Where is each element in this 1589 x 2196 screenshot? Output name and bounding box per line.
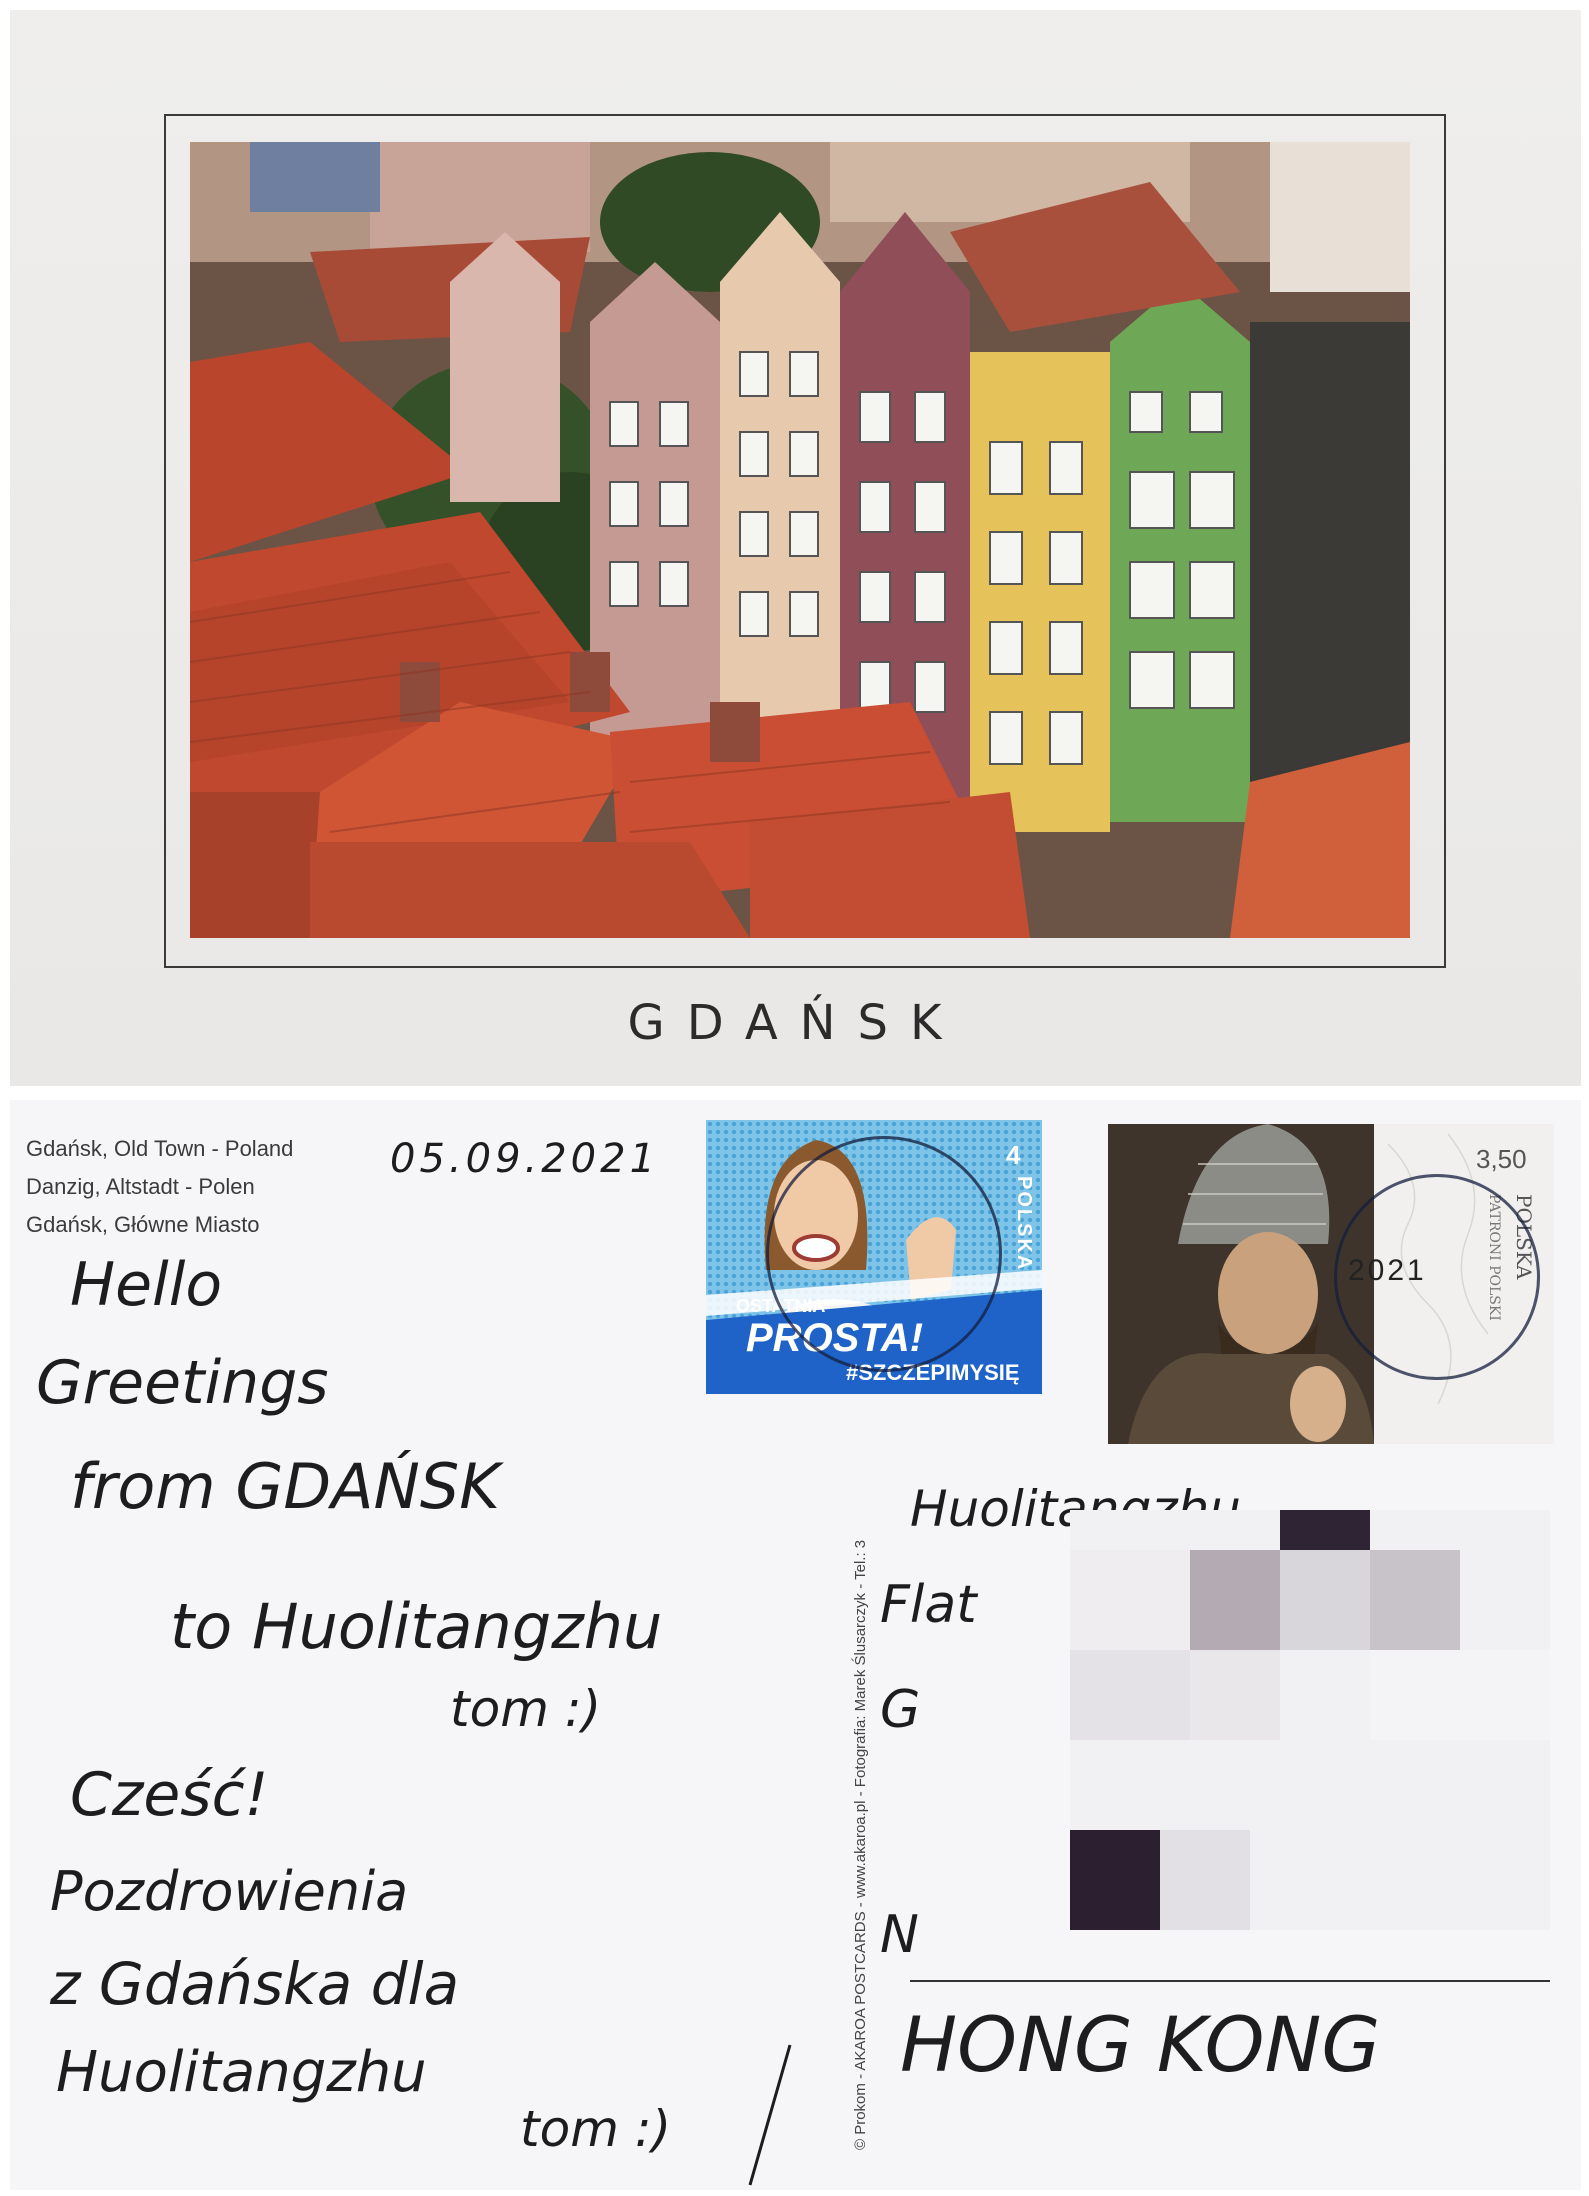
handwritten-date: 05.09.2021 bbox=[390, 1136, 660, 1182]
location-line-de: Danzig, Altstadt - Polen bbox=[26, 1174, 255, 1199]
message-line-7: Pozdrowienia bbox=[50, 1860, 409, 1923]
city-caption: GDAŃSK bbox=[627, 995, 964, 1051]
address-redaction bbox=[1070, 1510, 1550, 1930]
stamp-vaccination: 4 POLSKA OSTATNIA PROSTA! #SZCZEPIMYSIĘ bbox=[706, 1120, 1042, 1394]
postmark-date: 2021 bbox=[1348, 1254, 1427, 1287]
gdansk-photo bbox=[190, 142, 1410, 938]
postmark-1 bbox=[766, 1136, 1002, 1372]
stamp1-country: POLSKA bbox=[1013, 1176, 1035, 1272]
message-line-1: Hello bbox=[70, 1250, 223, 1320]
postcard-back: Gdańsk, Old Town - Poland Danzig, Altsta… bbox=[10, 1100, 1581, 2190]
stamp-patron-saint: 3,50 POLSKA PATRONI POLSKI 2021 bbox=[1108, 1124, 1554, 1444]
message-line-8: z Gdańska dla bbox=[50, 1950, 460, 2018]
address-line-2: Flat bbox=[880, 1575, 977, 1635]
message-line-2: Greetings bbox=[36, 1348, 329, 1418]
message-line-3: from GDAŃSK bbox=[70, 1450, 500, 1523]
address-underline bbox=[910, 1980, 1550, 1982]
stamp1-value: 4 bbox=[1006, 1140, 1021, 1170]
address-country: HONG KONG bbox=[900, 2000, 1381, 2089]
postcard-front: GDAŃSK bbox=[10, 10, 1581, 1086]
address-line-5: N bbox=[880, 1905, 919, 1965]
message-line-5: tom :) bbox=[450, 1680, 602, 1738]
address-line-3: G bbox=[880, 1680, 921, 1740]
gdansk-rooftops-illustration bbox=[190, 142, 1410, 938]
message-line-4: to Huolitangzhu bbox=[170, 1590, 663, 1663]
location-line-en: Gdańsk, Old Town - Poland bbox=[26, 1136, 294, 1161]
stamp2-value: 3,50 bbox=[1476, 1144, 1527, 1174]
signature-stroke bbox=[748, 2044, 792, 2186]
publisher-credit: © Prokom - AKAROA POSTCARDS - www.akaroa… bbox=[852, 1539, 869, 2150]
message-line-10: tom :) bbox=[520, 2100, 672, 2158]
location-line-pl: Gdańsk, Główne Miasto bbox=[26, 1212, 260, 1237]
message-line-9: Huolitangzhu bbox=[56, 2040, 427, 2105]
message-line-6: Cześć! bbox=[70, 1760, 269, 1830]
